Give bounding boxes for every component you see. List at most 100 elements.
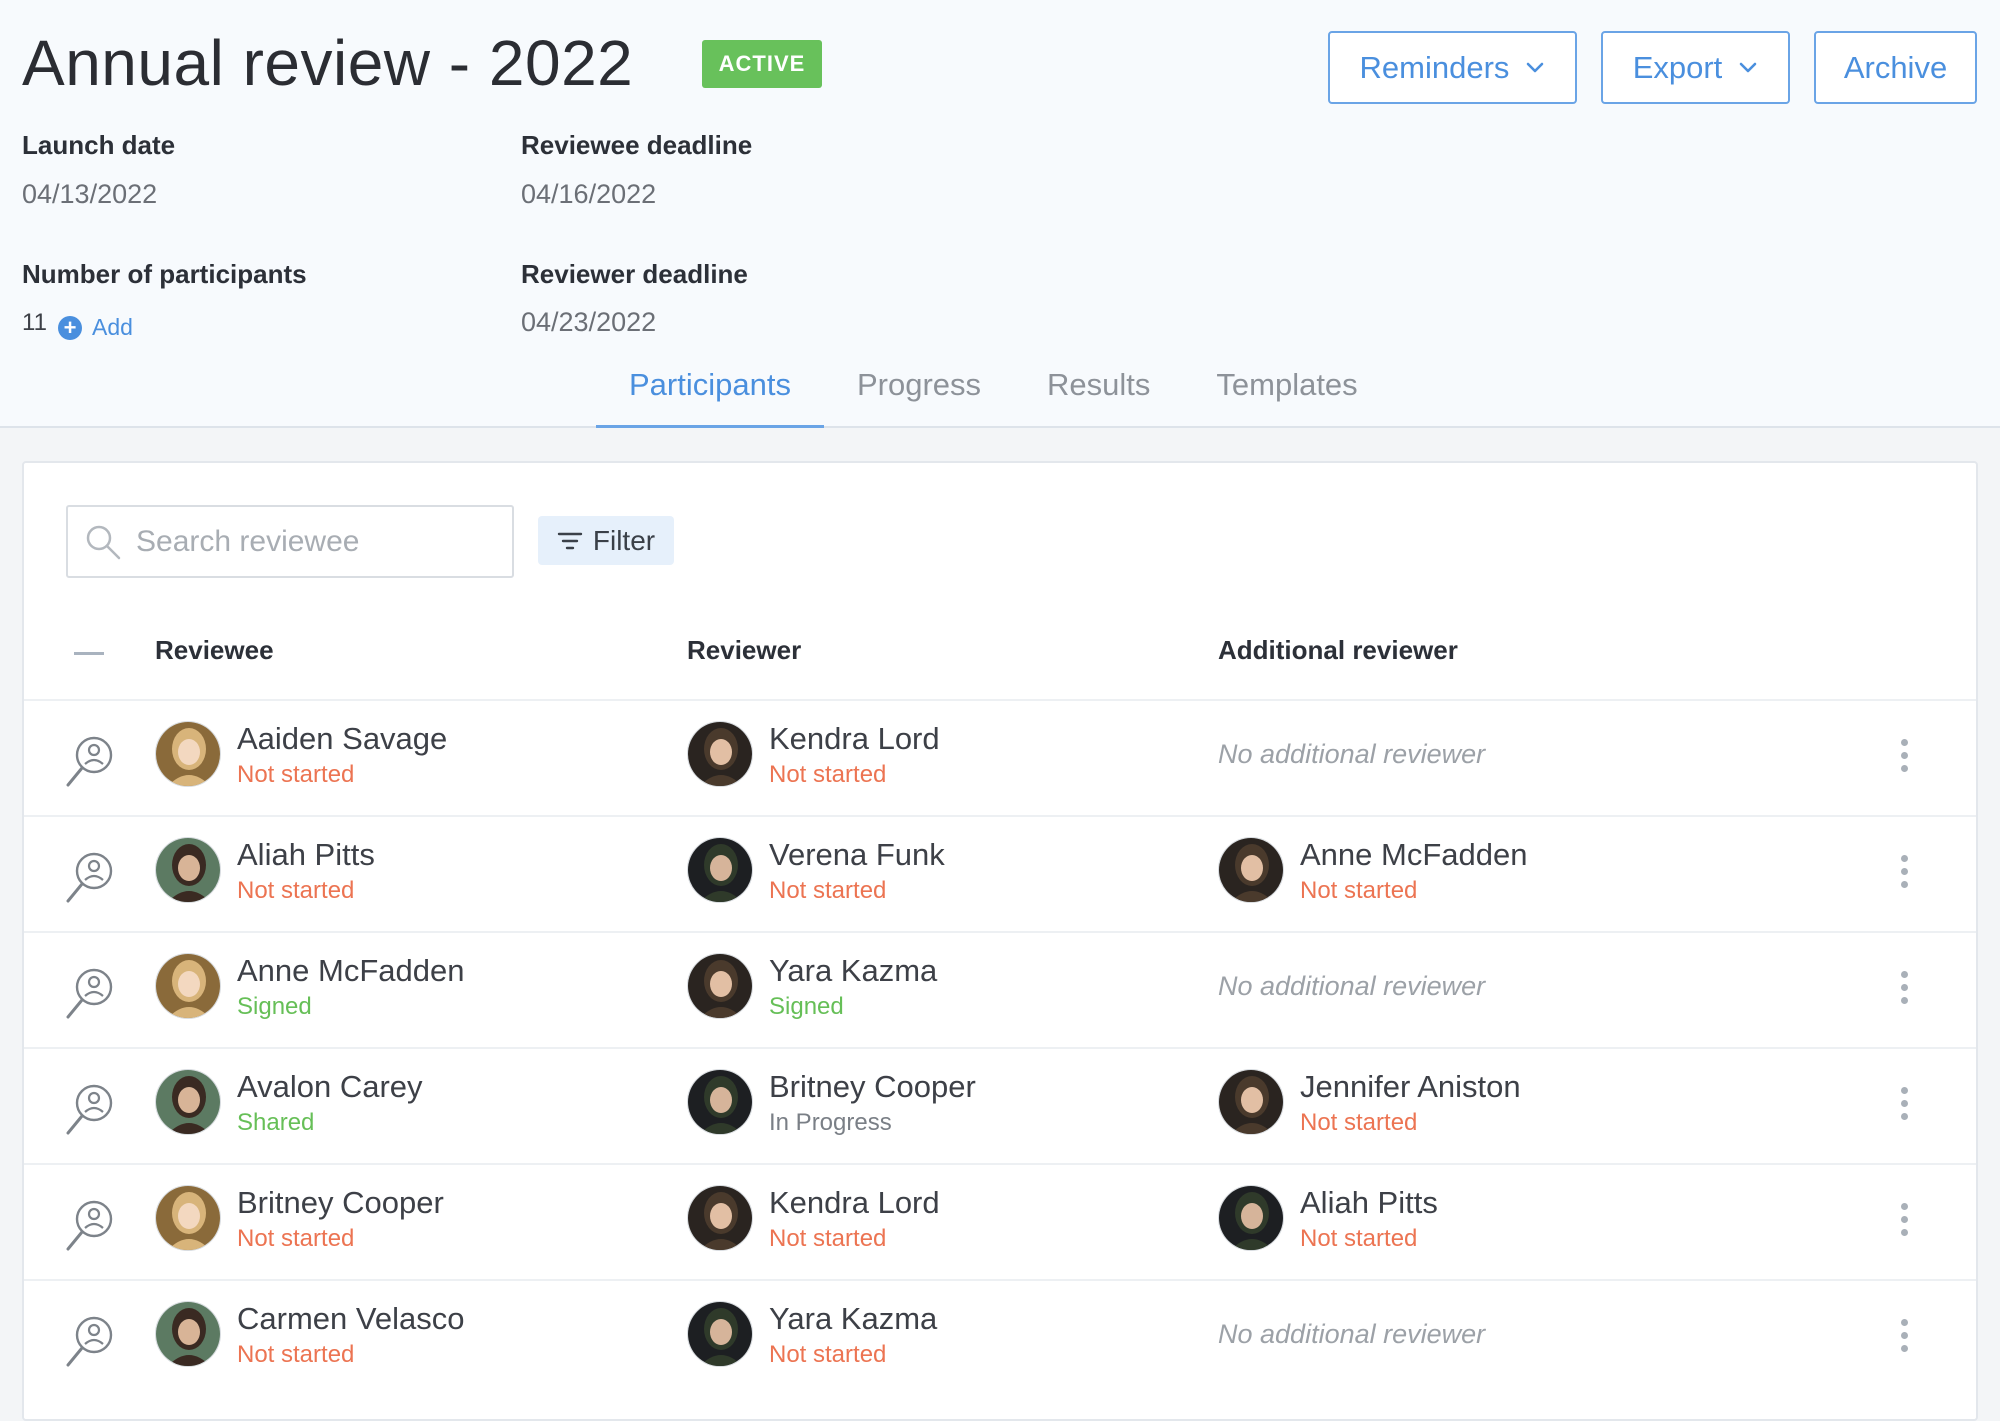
table-row[interactable]: Anne McFadden Signed Yara Kazma Signed No ad…	[24, 931, 1976, 1047]
more-options-icon[interactable]	[1894, 1203, 1914, 1243]
person-status: Not started	[1300, 1109, 1418, 1136]
person-status: Not started	[769, 877, 887, 904]
table-row[interactable]: Carmen Velasco Not started Yara Kazma Not s…	[24, 1279, 1976, 1395]
person-status: Not started	[769, 761, 887, 788]
avatar	[155, 721, 221, 787]
person-name: Anne McFadden	[1300, 837, 1528, 872]
person-name: Yara Kazma	[769, 1301, 938, 1336]
reviewer-deadline-value: 04/23/2022	[521, 307, 657, 337]
person-name: Yara Kazma	[769, 953, 938, 988]
person-name: Aliah Pitts	[1300, 1185, 1438, 1220]
person-name: Kendra Lord	[769, 1185, 940, 1220]
export-button[interactable]: Export	[1601, 31, 1790, 104]
table-row[interactable]: Aliah Pitts Not started Verena Funk Not sta…	[24, 815, 1976, 931]
reviewer-cell[interactable]: Yara Kazma Signed	[687, 953, 937, 1025]
person-status: Not started	[237, 877, 355, 904]
reviewer-cell[interactable]: Yara Kazma Not started	[687, 1301, 937, 1373]
reviewer-cell[interactable]: Kendra Lord Not started	[687, 721, 940, 793]
export-button-label: Export	[1632, 49, 1723, 85]
additional-reviewer-cell[interactable]: Anne McFadden Not started	[1218, 837, 1527, 909]
person-name: Aaiden Savage	[237, 721, 448, 756]
filter-button[interactable]: Filter	[538, 516, 674, 565]
search-icon	[86, 525, 121, 559]
avatar	[687, 1301, 753, 1367]
preview-review-icon[interactable]	[64, 1197, 116, 1255]
tab-participants[interactable]: Participants	[596, 355, 824, 428]
reviewer-cell[interactable]: Britney Cooper In Progress	[687, 1069, 976, 1141]
more-options-icon[interactable]	[1894, 971, 1914, 1011]
preview-review-icon[interactable]	[64, 1313, 116, 1371]
reviewee-cell[interactable]: Carmen Velasco Not started	[155, 1301, 464, 1373]
archive-button[interactable]: Archive	[1814, 31, 1977, 104]
more-options-icon[interactable]	[1894, 855, 1914, 895]
no-additional-reviewer: No additional reviewer	[1218, 1319, 1486, 1349]
chevron-down-icon	[1527, 62, 1544, 72]
avatar	[155, 837, 221, 903]
participants-card: Filter Reviewee Reviewer Additional revi…	[22, 461, 1978, 1421]
preview-review-icon[interactable]	[64, 733, 116, 791]
add-participant-button[interactable]: + Add	[58, 314, 133, 341]
reviewer-cell[interactable]: Kendra Lord Not started	[687, 1185, 940, 1257]
column-header-reviewee[interactable]: Reviewee	[155, 635, 274, 666]
person-status: Not started	[1300, 1225, 1418, 1252]
person-name: Britney Cooper	[237, 1185, 444, 1220]
avatar	[155, 1185, 221, 1251]
reviewee-cell[interactable]: Britney Cooper Not started	[155, 1185, 444, 1257]
more-options-icon[interactable]	[1894, 1087, 1914, 1127]
column-header-additional-reviewer[interactable]: Additional reviewer	[1218, 635, 1458, 666]
review-header: Annual review - 2022 ACTIVE Reminders Ex…	[0, 0, 2000, 428]
additional-reviewer-cell[interactable]: Aliah Pitts Not started	[1218, 1185, 1438, 1257]
additional-reviewer-cell[interactable]: Jennifer Aniston Not started	[1218, 1069, 1521, 1141]
avatar	[687, 1069, 753, 1135]
select-all-checkbox[interactable]	[74, 652, 104, 655]
tab-templates[interactable]: Templates	[1183, 355, 1390, 428]
reviewer-cell[interactable]: Verena Funk Not started	[687, 837, 945, 909]
avatar	[687, 721, 753, 787]
person-status: Signed	[769, 993, 844, 1020]
person-name: Britney Cooper	[769, 1069, 976, 1104]
preview-review-icon[interactable]	[64, 849, 116, 907]
avatar	[687, 837, 753, 903]
more-options-icon[interactable]	[1894, 1319, 1914, 1359]
search-box[interactable]	[66, 505, 514, 578]
person-name: Kendra Lord	[769, 721, 940, 756]
person-name: Avalon Carey	[237, 1069, 423, 1104]
reviewee-cell[interactable]: Aliah Pitts Not started	[155, 837, 375, 909]
more-options-icon[interactable]	[1894, 739, 1914, 779]
avatar	[687, 953, 753, 1019]
filter-label: Filter	[592, 524, 656, 556]
person-status: Not started	[237, 1225, 355, 1252]
person-status: Signed	[237, 993, 312, 1020]
reviewee-deadline-label: Reviewee deadline	[521, 130, 753, 160]
tab-progress[interactable]: Progress	[824, 355, 1014, 428]
preview-review-icon[interactable]	[64, 1081, 116, 1139]
filter-icon	[557, 532, 583, 549]
person-name: Aliah Pitts	[237, 837, 375, 872]
avatar	[155, 953, 221, 1019]
reviewee-cell[interactable]: Avalon Carey Shared	[155, 1069, 423, 1141]
person-name: Anne McFadden	[237, 953, 465, 988]
reviewee-deadline-value: 04/16/2022	[521, 179, 657, 209]
person-name: Verena Funk	[769, 837, 945, 872]
preview-review-icon[interactable]	[64, 965, 116, 1023]
tab-results[interactable]: Results	[1014, 355, 1183, 428]
participants-table: Aaiden Savage Not started Kendra Lord Not s…	[24, 699, 1976, 1395]
reviewee-cell[interactable]: Anne McFadden Signed	[155, 953, 464, 1025]
avatar	[1218, 1069, 1284, 1135]
search-input[interactable]	[136, 524, 496, 559]
avatar	[687, 1185, 753, 1251]
person-status: Not started	[237, 761, 355, 788]
person-status: Not started	[1300, 877, 1418, 904]
table-row[interactable]: Avalon Carey Shared Britney Cooper In Progr…	[24, 1047, 1976, 1163]
column-header-reviewer[interactable]: Reviewer	[687, 635, 801, 666]
reviewer-deadline-label: Reviewer deadline	[521, 259, 748, 289]
table-row[interactable]: Britney Cooper Not started Kendra Lord Not …	[24, 1163, 1976, 1279]
reminders-button-label: Reminders	[1359, 49, 1510, 85]
reviewee-cell[interactable]: Aaiden Savage Not started	[155, 721, 447, 793]
avatar	[155, 1069, 221, 1135]
person-status: In Progress	[769, 1109, 892, 1136]
table-row[interactable]: Aaiden Savage Not started Kendra Lord Not s…	[24, 699, 1976, 815]
add-label: Add	[92, 314, 133, 340]
no-additional-reviewer: No additional reviewer	[1218, 971, 1486, 1001]
reminders-button[interactable]: Reminders	[1328, 31, 1577, 104]
